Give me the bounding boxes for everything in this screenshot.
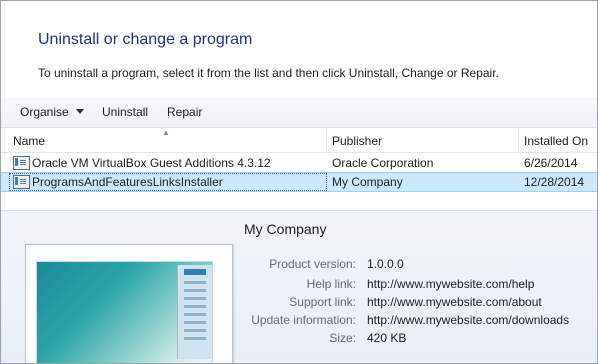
column-header-name[interactable]: Name	[13, 134, 45, 148]
update-information-label: Update information:	[251, 313, 356, 327]
column-divider[interactable]	[518, 128, 519, 152]
column-header-publisher[interactable]: Publisher	[332, 134, 382, 148]
details-company: My Company	[244, 221, 327, 237]
product-version-value: 1.0.0.0	[367, 257, 404, 271]
organise-button[interactable]: Organise	[20, 105, 84, 119]
chevron-down-icon	[75, 109, 84, 114]
support-link-value[interactable]: http://www.mywebsite.com/about	[367, 295, 542, 309]
program-icon	[13, 175, 30, 189]
uninstall-button[interactable]: Uninstall	[102, 105, 148, 119]
help-link-value[interactable]: http://www.mywebsite.com/help	[367, 277, 534, 291]
program-installed-on: 6/26/2014	[524, 156, 578, 170]
program-publisher: My Company	[332, 175, 403, 189]
column-divider[interactable]	[326, 128, 327, 152]
program-row[interactable]: Oracle VM VirtualBox Guest Additions 4.3…	[1, 153, 597, 173]
size-label: Size:	[329, 331, 356, 345]
control-panel-window: Uninstall or change a program To uninsta…	[0, 0, 598, 364]
command-bar: Organise Uninstall Repair	[1, 97, 597, 128]
program-icon	[13, 156, 30, 170]
size-value: 420 KB	[367, 331, 407, 345]
program-installed-on: 12/28/2014	[524, 175, 585, 189]
organise-label: Organise	[20, 105, 69, 119]
product-version-label: Product version:	[269, 257, 356, 271]
program-name: Oracle VM VirtualBox Guest Additions 4.3…	[32, 156, 271, 170]
page-subtitle: To uninstall a program, select it from t…	[38, 66, 499, 80]
support-link-label: Support link:	[289, 295, 356, 309]
repair-button[interactable]: Repair	[167, 105, 202, 119]
help-link-label: Help link:	[306, 277, 356, 291]
program-row-selected[interactable]: ProgramsAndFeaturesLinksInstaller My Com…	[1, 172, 597, 192]
list-header: ▲ Name Publisher Installed On	[1, 128, 597, 153]
update-information-value[interactable]: http://www.mywebsite.com/downloads	[367, 313, 569, 327]
column-header-installed-on[interactable]: Installed On	[524, 134, 588, 148]
details-pane: My Company Product version: 1.0.0.0 Help…	[1, 210, 597, 363]
program-name: ProgramsAndFeaturesLinksInstaller	[32, 175, 223, 189]
page-title: Uninstall or change a program	[38, 31, 253, 48]
sort-ascending-icon: ▲	[162, 128, 170, 137]
program-publisher: Oracle Corporation	[332, 156, 434, 170]
